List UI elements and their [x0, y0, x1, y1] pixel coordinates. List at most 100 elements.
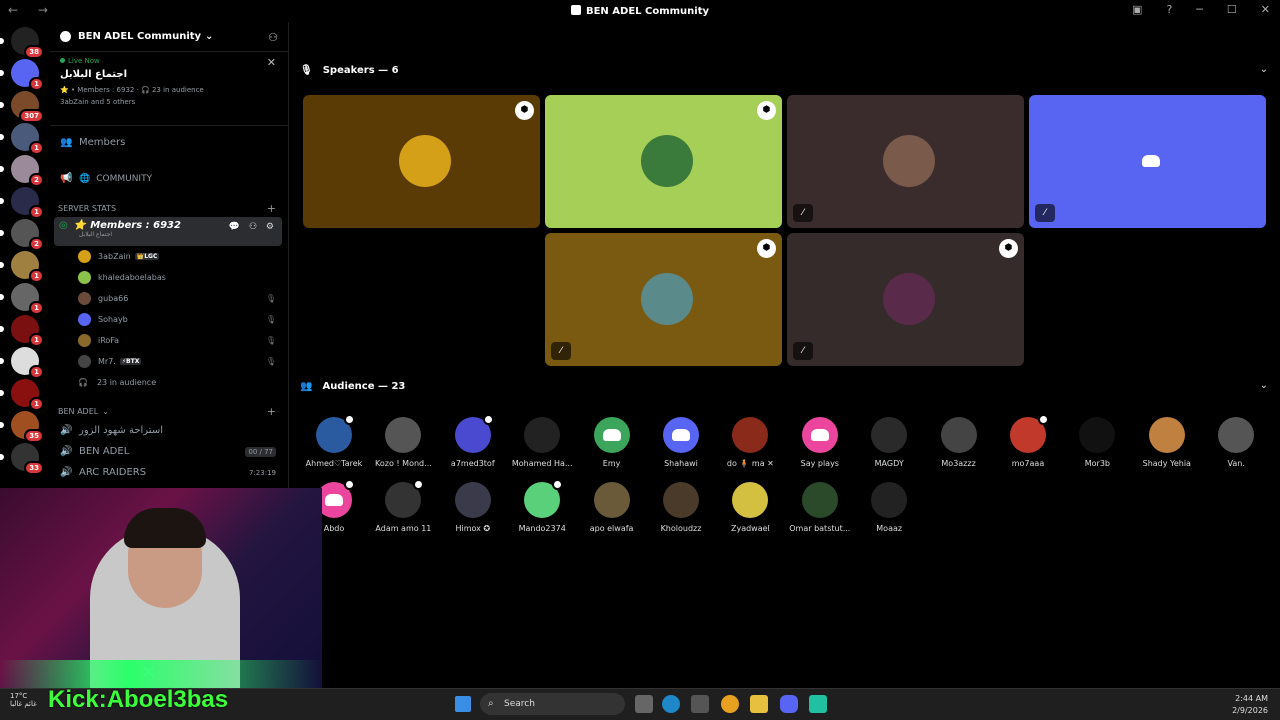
audience-member[interactable]: Himox ✪ — [438, 482, 508, 533]
audience-count-label: 23 in audience — [96, 378, 157, 387]
avatar — [454, 414, 494, 453]
guild-server-10[interactable]: 1 — [0, 379, 44, 411]
weather-widget[interactable]: 17°C غائم غالبا — [10, 692, 37, 708]
channel-ben-adel[interactable]: 🔊 BEN ADEL 00 / 77 — [50, 441, 288, 462]
audience-member-name: Moaaz — [876, 524, 903, 533]
server-header[interactable]: BEN ADEL Community ⌄ ⚇ — [50, 22, 288, 52]
stage-channel[interactable]: ◎ ⭐ Members : 6932 اجتماع البلابل 💬 ⚇ ⚙ — [54, 217, 282, 246]
audience-member[interactable]: Mando2374 — [507, 479, 577, 533]
guild-server-12[interactable]: 33 — [0, 443, 44, 475]
taskbar-search[interactable]: ⌕ Search — [480, 693, 625, 715]
user-tag: ⚡BTX — [119, 358, 142, 365]
user-name: khaledaboelabas — [98, 273, 166, 282]
help-icon[interactable]: ? — [1166, 3, 1172, 16]
speaker-tile[interactable]: ⬢ ⁄ — [787, 233, 1024, 366]
audience-member[interactable]: Mohamed Ha... — [507, 417, 577, 468]
audience-member[interactable]: do 🧍 ma ✕ — [715, 417, 785, 468]
guild-server-7[interactable]: 1 — [0, 283, 44, 315]
clock[interactable]: 2:44 AM 2/9/2026 — [1232, 693, 1268, 717]
chevron-down-icon[interactable]: ⌄ — [1260, 64, 1268, 75]
guild-discord-logo[interactable]: 1 — [0, 59, 44, 91]
add-channel-icon[interactable]: + — [267, 405, 276, 418]
guild-server-5[interactable]: 2 — [0, 219, 44, 251]
invite-people-icon[interactable]: ⚇ — [268, 31, 278, 44]
audience-member-name: Mo3azzz — [941, 459, 976, 468]
audience-member[interactable]: Adam amo 11 — [368, 479, 438, 533]
audience-member[interactable]: Omar batstut... — [785, 482, 855, 533]
channel-1[interactable]: 🔊 استراحة شهود الزور — [50, 420, 288, 441]
category-server-stats[interactable]: SERVER STATS + — [50, 199, 288, 217]
speaker-tile[interactable]: ⬢ — [303, 95, 540, 228]
stage-user[interactable]: Mr7. ⚡BTX 🎙 — [50, 351, 288, 372]
task-view-icon[interactable] — [635, 695, 653, 713]
speaker-tile[interactable]: ⁄ — [1029, 95, 1266, 228]
audience-member[interactable]: Kozo ! Mond... — [368, 417, 438, 468]
guild-server-6[interactable]: 1 — [0, 251, 44, 283]
stage-icon: ◎ — [59, 220, 68, 231]
stage-user[interactable]: iRoFa 🎙 — [50, 330, 288, 351]
mic-muted-icon: ⁄ — [551, 342, 571, 360]
audience-member[interactable]: Emy — [577, 417, 647, 468]
audience-member[interactable]: Mo3azzz — [924, 417, 994, 468]
speaker-tile[interactable]: ⬢ — [545, 95, 782, 228]
members-link[interactable]: 👥 Members — [50, 130, 288, 154]
channel-community-label: COMMUNITY — [96, 173, 153, 184]
maximize-button[interactable]: ☐ — [1227, 3, 1237, 16]
avatar — [78, 313, 91, 326]
category-ben-adel[interactable]: BEN ADEL ⌄ + — [50, 402, 288, 420]
discord-taskbar-icon[interactable] — [780, 695, 798, 713]
audience-member[interactable]: apo elwafa — [577, 482, 647, 533]
live-stage-card[interactable]: Live Now اجتماع البلابل ⭐ • Members : 69… — [50, 52, 288, 126]
audience-member[interactable]: Kholoudzz — [646, 482, 716, 533]
stage-user[interactable]: 3abZain 👑LGC — [50, 246, 288, 267]
guild-server-11[interactable]: 35 — [0, 411, 44, 443]
speaker-tile[interactable]: ⁄ — [787, 95, 1024, 228]
audience-member[interactable]: Moaaz — [854, 482, 924, 533]
user-tag: 👑LGC — [134, 253, 160, 260]
guild-server-2[interactable]: 1 — [0, 123, 44, 155]
close-icon[interactable]: ✕ — [267, 56, 276, 69]
speaker-tile[interactable]: ⬢ ⁄ — [545, 233, 782, 366]
app-icon[interactable] — [809, 695, 827, 713]
guild-server-1[interactable]: 307 — [0, 91, 44, 123]
audience-member[interactable]: a7med3tof — [438, 414, 508, 468]
store-icon[interactable] — [691, 695, 709, 713]
guild-server-8[interactable]: 1 — [0, 315, 44, 347]
audience-member[interactable]: MAGDY — [854, 417, 924, 468]
inbox-icon[interactable]: ▣ — [1132, 3, 1142, 16]
moderator-icon: ⬢ — [999, 239, 1018, 258]
stage-user[interactable]: guba66 🎙 — [50, 288, 288, 309]
audience-member[interactable]: Say plays — [785, 417, 855, 468]
audience-header[interactable]: 👥 Audience — 23 — [300, 381, 405, 392]
start-icon[interactable] — [455, 696, 471, 712]
guild-server-3[interactable]: 2 — [0, 155, 44, 187]
minimize-button[interactable]: ─ — [1196, 3, 1203, 16]
unread-indicator — [0, 70, 4, 76]
speakers-header[interactable]: 🎙 Speakers — 6 — [300, 65, 399, 76]
chevron-down-icon[interactable]: ⌄ — [1260, 380, 1268, 391]
audience-member[interactable]: Shady Yehia — [1132, 417, 1202, 468]
audience-member[interactable]: Shahawi — [646, 417, 716, 468]
chrome-icon[interactable] — [721, 695, 739, 713]
avatar — [454, 482, 491, 518]
stage-user[interactable]: khaledaboelabas — [50, 267, 288, 288]
channel-community[interactable]: 📢 🌐 COMMUNITY — [50, 168, 288, 189]
stage-actions[interactable]: 💬 ⚇ ⚙ — [229, 222, 277, 232]
close-button[interactable]: ✕ — [1261, 3, 1270, 16]
channel-arc-raiders[interactable]: 🔊 ARC RAIDERS 7:23:19 — [50, 462, 288, 483]
stage-user[interactable]: Sohayb 🎙 — [50, 309, 288, 330]
guild-server-4[interactable]: 1 — [0, 187, 44, 219]
avatar — [524, 479, 564, 518]
add-channel-icon[interactable]: + — [267, 202, 276, 215]
audience-member[interactable]: Zyadwael — [715, 482, 785, 533]
audience-member[interactable]: Ahmed♡Tarek — [299, 414, 369, 468]
guild-discord-home[interactable]: 38 — [0, 27, 44, 59]
audience-member[interactable]: mo7aaa — [993, 414, 1063, 468]
audience-member[interactable]: Mor3b — [1062, 417, 1132, 468]
edge-icon[interactable] — [662, 695, 680, 713]
moderator-icon: ⬢ — [515, 101, 534, 120]
file-explorer-icon[interactable] — [750, 695, 768, 713]
guild-server-9[interactable]: 1 — [0, 347, 44, 379]
audience-member-name: Kholoudzz — [660, 524, 702, 533]
audience-member[interactable]: Van. — [1201, 417, 1271, 468]
